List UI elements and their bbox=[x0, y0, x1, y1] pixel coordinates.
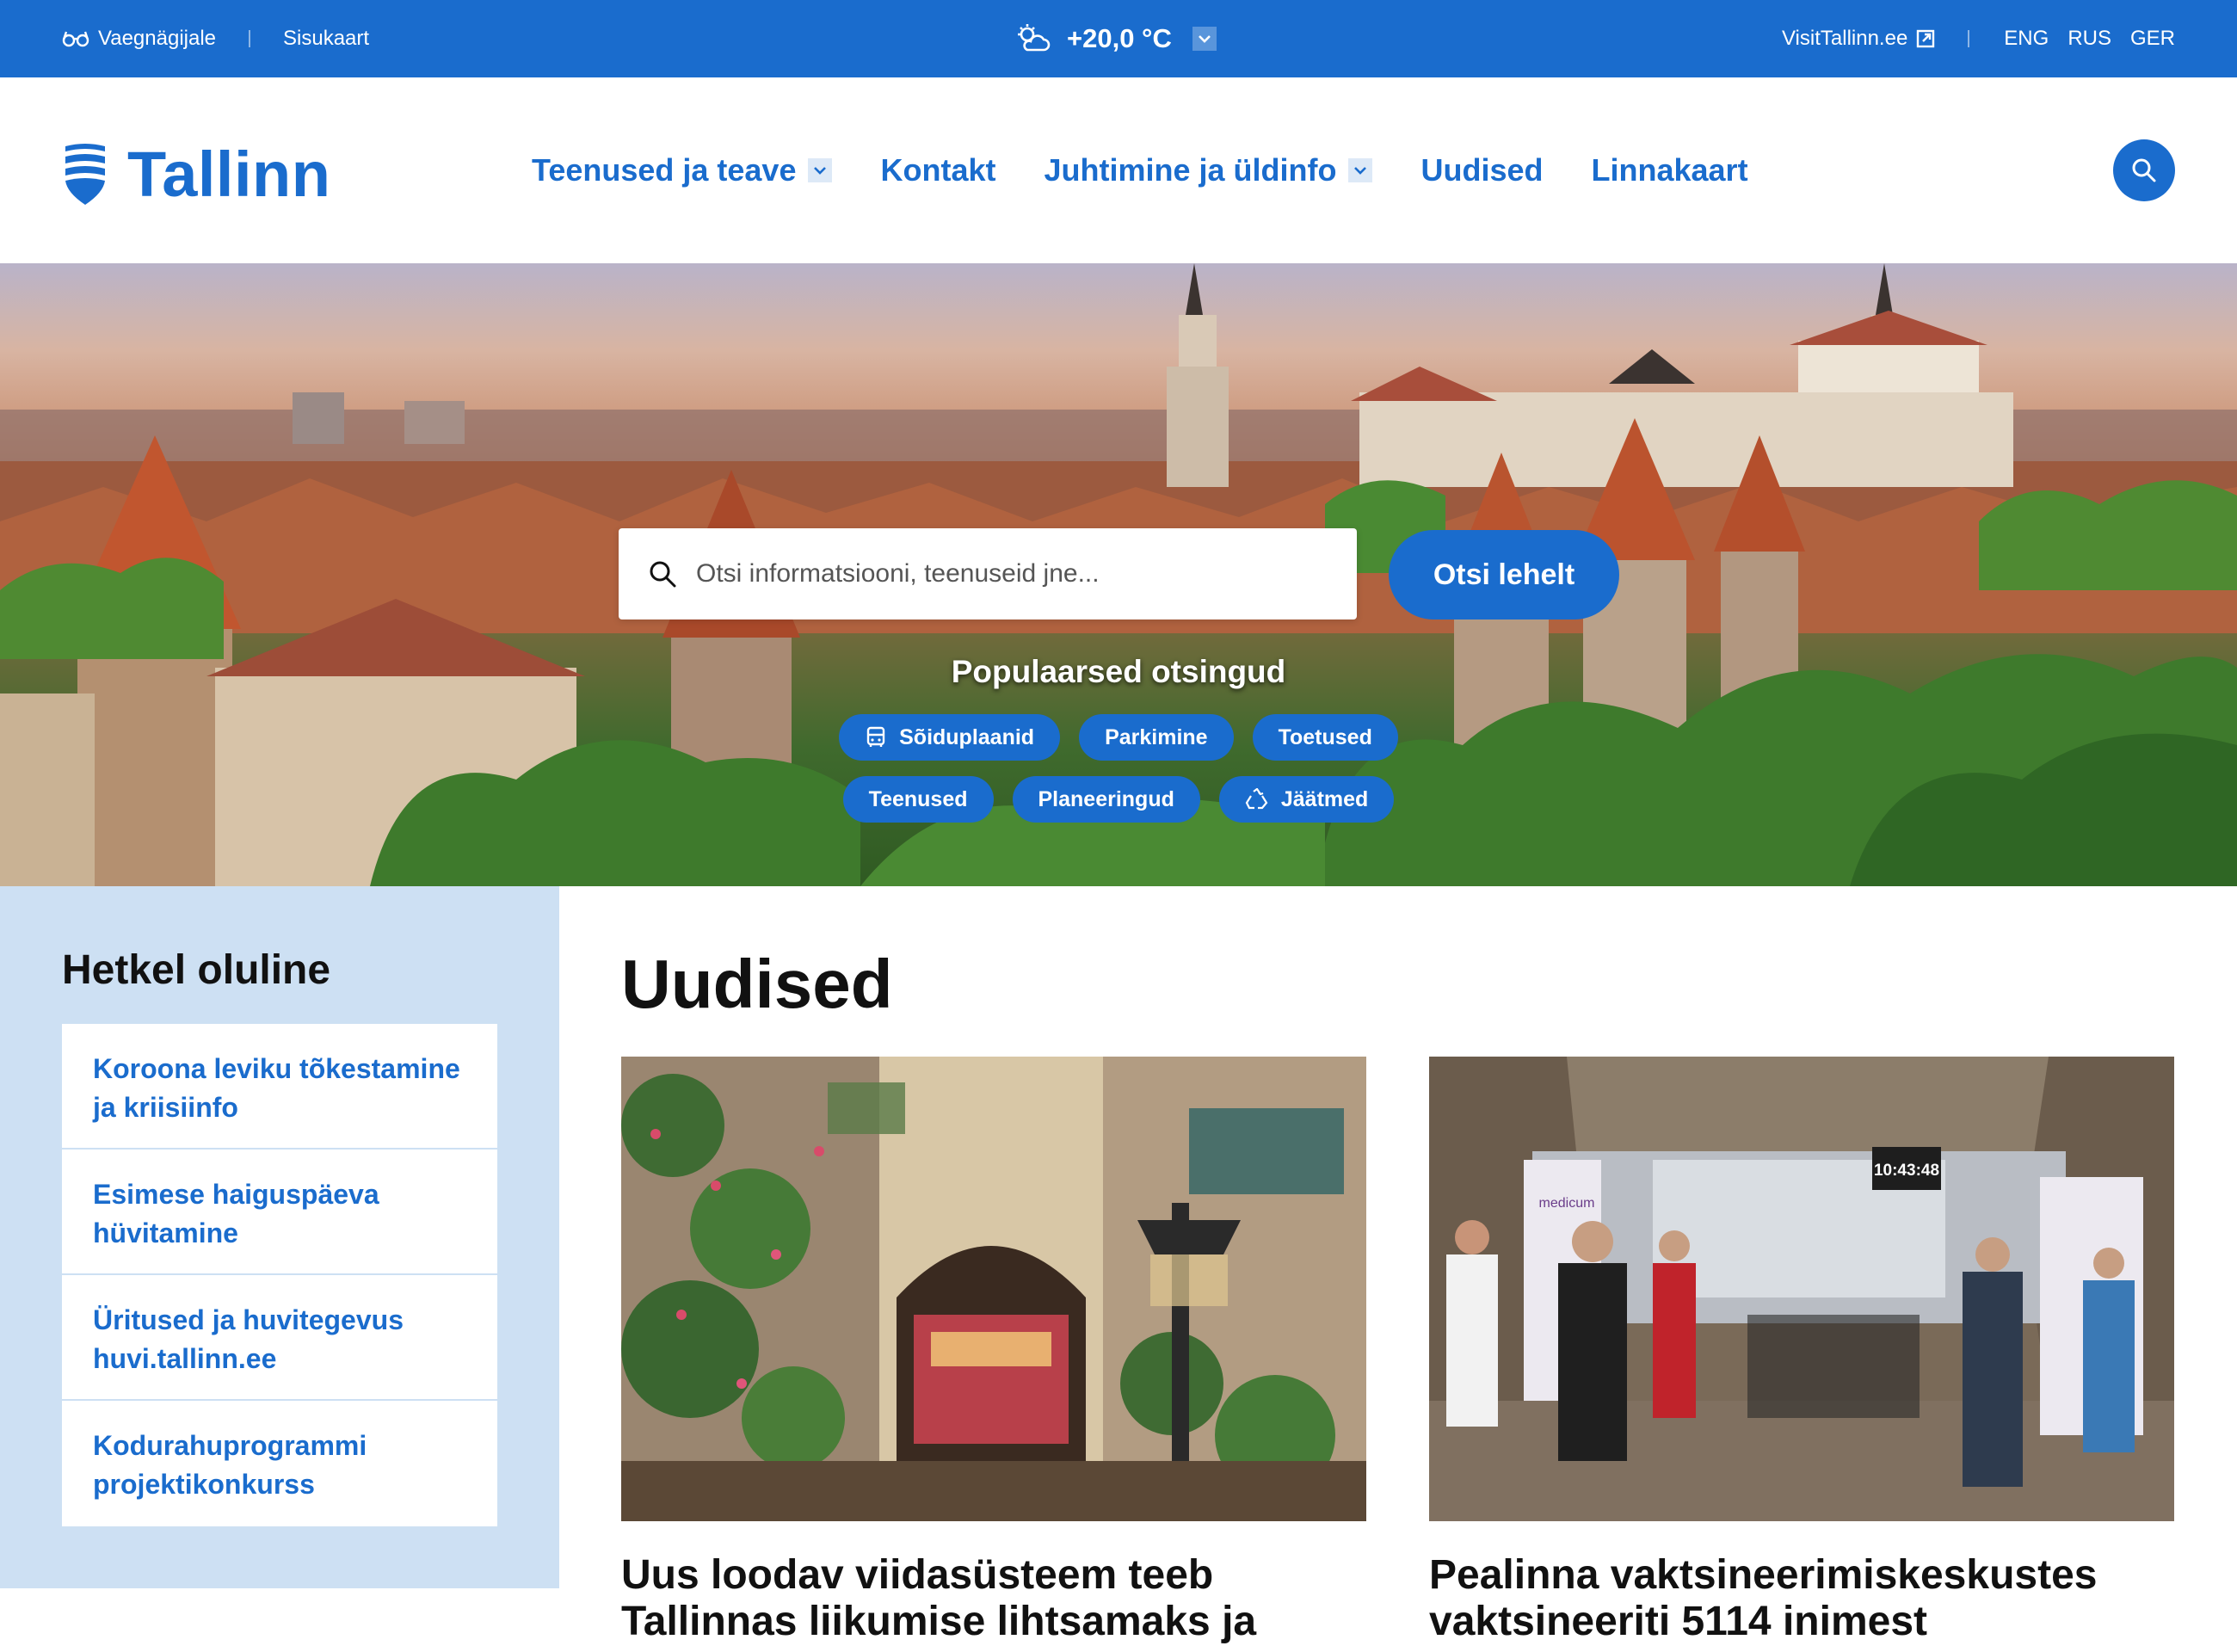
search-icon bbox=[650, 561, 676, 588]
nav-contact[interactable]: Kontakt bbox=[880, 152, 995, 188]
lang-eng[interactable]: ENG bbox=[2004, 27, 2049, 51]
chip-plans[interactable]: Planeeringud bbox=[1012, 776, 1200, 823]
popular-searches-row-1: Sõiduplaanid Parkimine Toetused bbox=[0, 714, 2237, 761]
visit-tallinn-label: VisitTallinn.ee bbox=[1781, 27, 1908, 50]
main-header: Tallinn Teenused ja teave Kontakt Juhtim… bbox=[0, 77, 2237, 263]
hero-search-button[interactable]: Otsi lehelt bbox=[1389, 530, 1619, 620]
weather-widget[interactable]: +20,0 °C bbox=[1015, 0, 1217, 77]
chevron-down-icon bbox=[814, 167, 827, 175]
clock-display-text: 10:43:48 bbox=[1874, 1162, 1939, 1180]
important-link-events[interactable]: Üritused ja huvitegevus huvi.tallinn.ee bbox=[62, 1275, 497, 1401]
chip-label: Parkimine bbox=[1105, 724, 1208, 749]
alley-photo bbox=[621, 1057, 1366, 1521]
banner-logo-text: medicum bbox=[1539, 1196, 1595, 1211]
chip-parking[interactable]: Parkimine bbox=[1079, 714, 1234, 761]
nav-label: Kontakt bbox=[880, 152, 996, 188]
utility-right: VisitTallinn.ee ENG RUS GER bbox=[1782, 0, 2175, 77]
accessibility-link[interactable]: Vaegnägijale bbox=[62, 27, 216, 51]
chip-label: Teenused bbox=[868, 786, 968, 811]
important-now-list: Koroona leviku tõkestamine ja kriisiinfo… bbox=[62, 1024, 497, 1526]
popular-searches-title: Populaarsed otsingud bbox=[951, 654, 1286, 689]
partly-cloudy-icon bbox=[1018, 24, 1051, 52]
divider bbox=[249, 30, 251, 47]
important-link-domestic-peace[interactable]: Kodurahuprogrammi projektikonkurss bbox=[62, 1401, 497, 1526]
recycle-icon bbox=[1245, 788, 1268, 810]
divider bbox=[1968, 30, 1970, 47]
sitemap-label: Sisukaart bbox=[283, 27, 370, 50]
chip-label: Jäätmed bbox=[1280, 786, 1369, 811]
nav-label: Linnakaart bbox=[1591, 152, 1748, 188]
chip-label: Planeeringud bbox=[1038, 786, 1174, 811]
weather-temperature: +20,0 °C bbox=[1067, 23, 1172, 53]
important-link-sick-day[interactable]: Esimese haiguspäeva hüvitamine bbox=[62, 1150, 497, 1275]
chip-services[interactable]: Teenused bbox=[842, 776, 994, 823]
external-link-icon bbox=[1917, 29, 1935, 48]
chip-label: Sõiduplaanid bbox=[899, 724, 1035, 749]
important-now-panel: Hetkel oluline Koroona leviku tõkestamin… bbox=[0, 886, 559, 1588]
news-card[interactable]: Uus loodav viidasüsteem teeb Tallinnas l… bbox=[621, 1057, 1366, 1645]
accessibility-label: Vaegnägijale bbox=[98, 27, 217, 50]
chip-waste[interactable]: Jäätmed bbox=[1218, 776, 1395, 823]
chip-timetables[interactable]: Sõiduplaanid bbox=[839, 714, 1061, 761]
chip-label: Toetused bbox=[1278, 724, 1372, 749]
sitemap-link[interactable]: Sisukaart bbox=[283, 27, 369, 51]
nav-dropdown-toggle[interactable] bbox=[1348, 158, 1373, 182]
site-logo[interactable]: Tallinn bbox=[62, 138, 330, 211]
nav-label: Teenused ja teave bbox=[532, 152, 797, 188]
news-card[interactable]: 10:43:48 medicum Pealinna vaktsineerimis… bbox=[1429, 1057, 2174, 1645]
news-section-title: Uudised bbox=[621, 946, 893, 1022]
utility-bar: Vaegnägijale Sisukaart +20,0 °C VisitTal… bbox=[0, 0, 2237, 77]
lang-ger[interactable]: GER bbox=[2130, 27, 2175, 51]
main-nav: Teenused ja teave Kontakt Juhtimine ja ü… bbox=[532, 77, 1796, 263]
tallinn-shield-icon bbox=[65, 143, 105, 205]
chip-benefits[interactable]: Toetused bbox=[1252, 714, 1398, 761]
hero-banner: Otsi lehelt Populaarsed otsingud Sõidupl… bbox=[0, 263, 2237, 886]
nav-dropdown-toggle[interactable] bbox=[808, 158, 833, 182]
chevron-down-icon bbox=[1354, 167, 1367, 175]
hero-search-input[interactable] bbox=[696, 559, 1316, 589]
search-icon bbox=[2132, 158, 2156, 182]
glasses-icon bbox=[62, 31, 89, 47]
header-search-button[interactable] bbox=[2113, 139, 2175, 201]
nav-label: Uudised bbox=[1420, 152, 1544, 188]
weather-dropdown-button[interactable] bbox=[1192, 27, 1217, 51]
nav-label: Juhtimine ja üldinfo bbox=[1044, 152, 1337, 188]
important-link-corona[interactable]: Koroona leviku tõkestamine ja kriisiinfo bbox=[62, 1024, 497, 1150]
important-now-title: Hetkel oluline bbox=[62, 947, 331, 993]
nav-news[interactable]: Uudised bbox=[1420, 152, 1543, 188]
nav-city-map[interactable]: Linnakaart bbox=[1592, 152, 1748, 188]
news-headline[interactable]: Uus loodav viidasüsteem teeb Tallinnas l… bbox=[621, 1552, 1366, 1645]
news-image-old-town-alley[interactable] bbox=[621, 1057, 1366, 1521]
hero-search-field[interactable] bbox=[619, 528, 1357, 620]
news-image-vaccination-centre[interactable]: 10:43:48 medicum bbox=[1429, 1057, 2174, 1521]
lang-rus[interactable]: RUS bbox=[2068, 27, 2111, 51]
vaccination-hall-photo: 10:43:48 medicum bbox=[1429, 1057, 2174, 1521]
logo-text: Tallinn bbox=[127, 139, 331, 210]
popular-searches-row-2: Teenused Planeeringud Jäätmed bbox=[0, 776, 2237, 823]
nav-management[interactable]: Juhtimine ja üldinfo bbox=[1044, 152, 1373, 188]
news-headline[interactable]: Pealinna vaktsineerimiskeskustes vaktsin… bbox=[1429, 1552, 2174, 1645]
visit-tallinn-link[interactable]: VisitTallinn.ee bbox=[1782, 27, 1935, 51]
utility-links: Vaegnägijale Sisukaart bbox=[62, 0, 369, 77]
chevron-down-icon bbox=[1198, 35, 1211, 43]
bus-icon bbox=[866, 726, 885, 747]
nav-services[interactable]: Teenused ja teave bbox=[532, 152, 833, 188]
